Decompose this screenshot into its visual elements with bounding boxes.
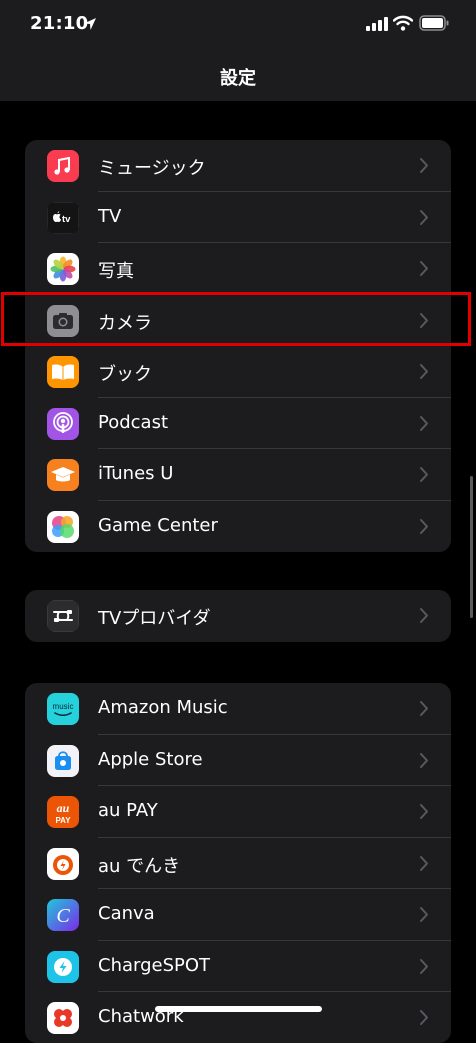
settings-row-tv[interactable]: tv TV xyxy=(25,192,451,243)
chevron-right-icon xyxy=(420,415,428,431)
battery-icon xyxy=(419,15,449,31)
settings-group-tv-provider: TVプロバイダ xyxy=(25,590,451,642)
chevron-right-icon xyxy=(420,467,428,482)
settings-row-label: ミュージック xyxy=(98,158,206,179)
page-title: 設定 xyxy=(220,68,256,89)
settings-row-photos[interactable]: 写真 xyxy=(25,243,451,295)
settings-row-apple-store[interactable]: Apple Store xyxy=(25,735,451,786)
amazon-music-wordmark: music xyxy=(53,702,74,711)
game-center-icon xyxy=(47,510,79,543)
settings-row-label: TV xyxy=(98,205,122,227)
settings-row-label: Amazon Music xyxy=(98,697,228,718)
chevron-right-icon xyxy=(420,752,428,768)
settings-row-label: ブック xyxy=(98,364,152,385)
settings-row-itunes-u[interactable]: iTunes U xyxy=(25,449,451,501)
au-pay-logo-pay: PAY xyxy=(55,816,71,825)
settings-row-label: TVプロバイダ xyxy=(98,608,211,629)
chatwork-icon xyxy=(47,1002,79,1034)
chevron-right-icon xyxy=(420,158,428,173)
scroll-indicator[interactable] xyxy=(470,476,473,618)
chevron-right-icon xyxy=(420,1010,428,1025)
settings-row-music[interactable]: ミュージック xyxy=(25,140,451,192)
settings-row-label: Canva xyxy=(98,903,155,924)
chevron-right-icon xyxy=(420,701,428,716)
tv-provider-icon xyxy=(47,600,79,632)
settings-row-au-denki[interactable]: au でんき xyxy=(25,838,451,889)
settings-row-podcast[interactable]: Podcast xyxy=(25,398,451,449)
chevron-right-icon xyxy=(420,608,428,623)
settings-row-canva[interactable]: C Canva xyxy=(25,889,451,941)
status-bar: 21:10 xyxy=(0,0,476,52)
cellular-signal-icon xyxy=(366,17,388,31)
chevron-right-icon xyxy=(420,958,428,974)
apple-store-icon xyxy=(47,744,79,777)
music-icon xyxy=(47,150,79,182)
tv-wordmark: tv xyxy=(62,214,71,225)
camera-row-highlight-box xyxy=(1,292,471,346)
settings-group-apple-apps: ミュージック tv TV 写真 カメラ ブック Podcast iTunes U… xyxy=(25,140,451,552)
amazon-music-icon: music xyxy=(47,693,79,725)
au-denki-icon xyxy=(47,847,79,880)
settings-row-amazon-music[interactable]: music Amazon Music xyxy=(25,683,451,735)
settings-row-label: Apple Store xyxy=(98,748,203,770)
photos-icon xyxy=(47,253,79,285)
settings-row-chatwork[interactable]: Chatwork xyxy=(25,992,451,1043)
settings-row-label: au PAY xyxy=(98,800,158,821)
canva-logo-letter: C xyxy=(56,905,70,927)
settings-group-third-party-apps: music Amazon Music Apple Store au PAY au… xyxy=(25,683,451,1043)
chevron-right-icon xyxy=(420,804,428,819)
settings-row-label: au でんき xyxy=(98,855,181,877)
settings-row-label: iTunes U xyxy=(98,463,174,484)
settings-row-label: Game Center xyxy=(98,514,218,536)
settings-row-books[interactable]: ブック xyxy=(25,346,451,398)
chevron-right-icon xyxy=(420,261,428,276)
canva-icon: C xyxy=(47,899,79,931)
podcast-icon xyxy=(47,407,79,440)
wifi-icon xyxy=(393,15,413,31)
books-icon xyxy=(47,356,79,388)
settings-row-tv-provider[interactable]: TVプロバイダ xyxy=(25,590,451,642)
settings-row-game-center[interactable]: Game Center xyxy=(25,501,451,553)
apple-tv-icon: tv xyxy=(47,201,79,234)
navigation-bar: 21:10 設定 xyxy=(0,0,476,101)
location-arrow-icon xyxy=(84,18,96,30)
settings-row-chargespot[interactable]: ChargeSPOT xyxy=(25,941,451,992)
settings-row-label: Podcast xyxy=(98,411,169,433)
au-pay-icon: au PAY xyxy=(47,796,79,828)
chevron-right-icon xyxy=(420,518,428,534)
status-time: 21:10 xyxy=(30,13,89,34)
chevron-right-icon xyxy=(420,855,428,871)
chevron-right-icon xyxy=(420,907,428,922)
home-indicator[interactable] xyxy=(155,1006,322,1012)
settings-row-label: 写真 xyxy=(98,261,134,282)
itunes-u-icon xyxy=(47,459,79,491)
chevron-right-icon xyxy=(420,364,428,379)
au-pay-logo-au: au xyxy=(57,801,70,815)
settings-row-au-pay[interactable]: au PAY au PAY xyxy=(25,786,451,838)
chevron-right-icon xyxy=(420,209,428,225)
chargespot-icon xyxy=(47,950,79,983)
settings-row-label: ChargeSPOT xyxy=(98,954,211,976)
